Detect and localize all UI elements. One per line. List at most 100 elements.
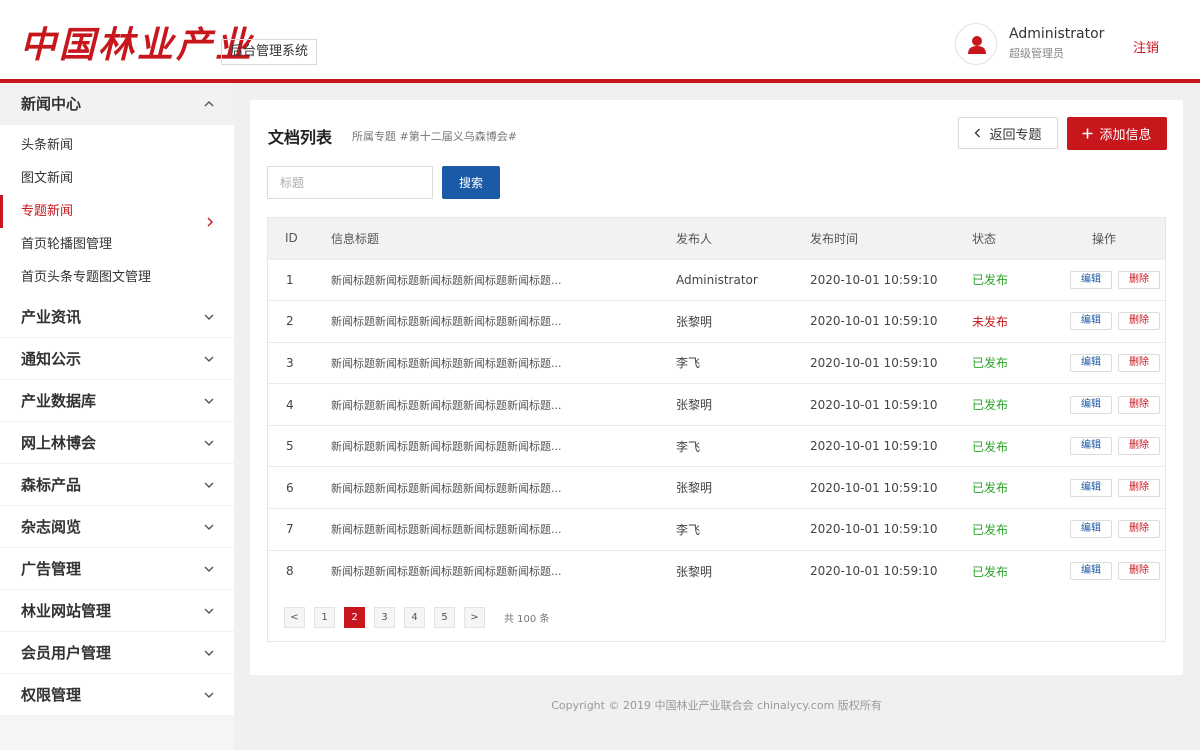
status-badge: 已发布 bbox=[972, 481, 1009, 496]
menu-label: 权限管理 bbox=[21, 686, 82, 704]
cell-actions: 编辑 删除 bbox=[1070, 425, 1165, 467]
menu-head-news-center[interactable]: 新闻中心 bbox=[0, 83, 234, 125]
status-badge: 已发布 bbox=[972, 398, 1009, 413]
edit-button[interactable]: 编辑 bbox=[1070, 437, 1112, 456]
delete-button[interactable]: 删除 bbox=[1118, 312, 1160, 331]
delete-button[interactable]: 删除 bbox=[1118, 270, 1160, 289]
edit-button[interactable]: 编辑 bbox=[1070, 520, 1112, 539]
menu-head-group[interactable]: 通知公示 bbox=[0, 338, 234, 380]
menu-label: 森标产品 bbox=[21, 476, 82, 494]
cell-title: 新闻标题新闻标题新闻标题新闻标题新闻标题... bbox=[331, 398, 562, 412]
cell-author: 张黎明 bbox=[676, 314, 713, 329]
table-row: 4 新闻标题新闻标题新闻标题新闻标题新闻标题... 张黎明 2020-10-01 10… bbox=[268, 383, 1165, 426]
user-icon bbox=[968, 36, 986, 54]
cell-time: 2020-10-01 10:59:10 bbox=[810, 272, 938, 287]
edit-button[interactable]: 编辑 bbox=[1070, 562, 1112, 581]
menu-label: 新闻中心 bbox=[21, 95, 82, 113]
cell-time: 2020-10-01 10:59:10 bbox=[810, 314, 938, 329]
edit-button[interactable]: 编辑 bbox=[1070, 270, 1112, 289]
cell-title: 新闻标题新闻标题新闻标题新闻标题新闻标题... bbox=[331, 315, 562, 329]
status-badge: 未发布 bbox=[972, 314, 1009, 329]
delete-button[interactable]: 删除 bbox=[1118, 395, 1160, 414]
cell-title: 新闻标题新闻标题新闻标题新闻标题新闻标题... bbox=[331, 565, 562, 579]
cell-status: 已发布 bbox=[972, 550, 1070, 592]
sidebar-item-home-topic-photo[interactable]: 首页头条专题图文管理 bbox=[0, 261, 234, 294]
edit-button[interactable]: 编辑 bbox=[1070, 395, 1112, 414]
cell-time: 2020-10-01 10:59:10 bbox=[810, 564, 938, 579]
table-row: 5 新闻标题新闻标题新闻标题新闻标题新闻标题... 李飞 2020-10-01 10:… bbox=[268, 425, 1165, 467]
next-page-button[interactable]: > bbox=[464, 607, 485, 628]
prev-page-button[interactable]: < bbox=[284, 607, 305, 628]
add-info-button[interactable]: 添加信息 bbox=[1067, 117, 1167, 150]
delete-button[interactable]: 删除 bbox=[1118, 478, 1160, 497]
menu-label: 会员用户管理 bbox=[21, 644, 112, 662]
cell-status: 已发布 bbox=[972, 384, 1070, 426]
table-row: 3 新闻标题新闻标题新闻标题新闻标题新闻标题... 李飞 2020-10-01 10:… bbox=[268, 342, 1165, 384]
footer-copyright: Copyright © 2019 中国林业产业联合会 chinalycy.com… bbox=[551, 699, 882, 712]
title-search-input[interactable] bbox=[267, 166, 433, 199]
document-list-panel: 文档列表 所属专题 #第十二届义乌森博会# 返回专题 添加信息 搜索 ID 信息… bbox=[250, 100, 1183, 675]
search-button[interactable]: 搜索 bbox=[442, 166, 500, 199]
document-table: ID 信息标题 发布人 发布时间 状态 操作 1 新闻标题新闻标题新闻标题新闻标题… bbox=[267, 217, 1166, 642]
cell-id: 6 bbox=[286, 480, 294, 495]
cell-id: 1 bbox=[286, 272, 294, 287]
cell-actions: 编辑 删除 bbox=[1070, 384, 1165, 426]
col-header-id: ID bbox=[285, 231, 298, 246]
chevron-down-icon bbox=[204, 438, 214, 448]
menu-head-group[interactable]: 产业资讯 bbox=[0, 296, 234, 338]
menu-head-group[interactable]: 森标产品 bbox=[0, 464, 234, 506]
chevron-down-icon bbox=[204, 312, 214, 322]
sidebar-item-photo-news[interactable]: 图文新闻 bbox=[0, 162, 234, 195]
page-button[interactable]: 2 bbox=[344, 607, 365, 628]
table-row: 1 新闻标题新闻标题新闻标题新闻标题新闻标题... Administrator 202… bbox=[268, 259, 1165, 301]
menu-head-group[interactable]: 林业网站管理 bbox=[0, 590, 234, 632]
menu-head-group[interactable]: 网上林博会 bbox=[0, 422, 234, 464]
logout-link[interactable]: 注销 bbox=[1133, 37, 1159, 56]
cell-id: 2 bbox=[286, 314, 294, 329]
edit-button[interactable]: 编辑 bbox=[1070, 353, 1112, 372]
menu-head-group[interactable]: 广告管理 bbox=[0, 548, 234, 590]
pagination: <1 2 3 4 5 > 共 100 条 bbox=[284, 607, 549, 628]
back-to-topic-button[interactable]: 返回专题 bbox=[958, 117, 1058, 149]
table-body: 1 新闻标题新闻标题新闻标题新闻标题新闻标题... Administrator 202… bbox=[268, 259, 1165, 592]
cell-author: 李飞 bbox=[676, 439, 701, 454]
delete-button[interactable]: 删除 bbox=[1118, 353, 1160, 372]
cell-time: 2020-10-01 10:59:10 bbox=[810, 397, 938, 412]
page-button[interactable]: 5 bbox=[434, 607, 455, 628]
status-badge: 已发布 bbox=[972, 273, 1009, 288]
menu-head-group[interactable]: 产业数据库 bbox=[0, 380, 234, 422]
menu-label: 通知公示 bbox=[21, 350, 82, 368]
page-button[interactable]: 3 bbox=[374, 607, 395, 628]
cell-title: 新闻标题新闻标题新闻标题新闻标题新闻标题... bbox=[331, 523, 562, 537]
status-badge: 已发布 bbox=[972, 356, 1009, 371]
cell-time: 2020-10-01 10:59:10 bbox=[810, 480, 938, 495]
table-row: 8 新闻标题新闻标题新闻标题新闻标题新闻标题... 张黎明 2020-10-01 10… bbox=[268, 550, 1165, 592]
cell-id: 8 bbox=[286, 564, 294, 579]
user-avatar[interactable] bbox=[955, 23, 997, 65]
cell-actions: 编辑 删除 bbox=[1070, 301, 1165, 343]
chevron-up-icon bbox=[204, 99, 214, 109]
sidebar-item-headline-news[interactable]: 头条新闻 bbox=[0, 129, 234, 162]
chevron-down-icon bbox=[204, 690, 214, 700]
cell-id: 7 bbox=[286, 522, 294, 537]
menu-head-group[interactable]: 权限管理 bbox=[0, 674, 234, 716]
delete-button[interactable]: 删除 bbox=[1118, 520, 1160, 539]
cell-author: Administrator bbox=[676, 272, 758, 287]
menu-head-group[interactable]: 会员用户管理 bbox=[0, 632, 234, 674]
cell-author: 张黎明 bbox=[676, 481, 713, 496]
sidebar: 新闻中心 头条新闻 图文新闻 专题新闻 首页轮播图管理 首页头条专题图文管理 产… bbox=[0, 83, 234, 750]
edit-button[interactable]: 编辑 bbox=[1070, 312, 1112, 331]
page-button[interactable]: 1 bbox=[314, 607, 335, 628]
page-button[interactable]: 4 bbox=[404, 607, 425, 628]
sidebar-item-topic-news[interactable]: 专题新闻 bbox=[0, 195, 234, 228]
delete-button[interactable]: 删除 bbox=[1118, 562, 1160, 581]
chevron-down-icon bbox=[204, 648, 214, 658]
cell-time: 2020-10-01 10:59:10 bbox=[810, 522, 938, 537]
add-button-label: 添加信息 bbox=[1099, 128, 1152, 143]
sidebar-item-carousel[interactable]: 首页轮播图管理 bbox=[0, 228, 234, 261]
menu-head-group[interactable]: 杂志阅览 bbox=[0, 506, 234, 548]
site-logo[interactable]: 中国林业产业 bbox=[20, 16, 254, 68]
delete-button[interactable]: 删除 bbox=[1118, 437, 1160, 456]
edit-button[interactable]: 编辑 bbox=[1070, 478, 1112, 497]
cell-status: 已发布 bbox=[972, 259, 1070, 301]
